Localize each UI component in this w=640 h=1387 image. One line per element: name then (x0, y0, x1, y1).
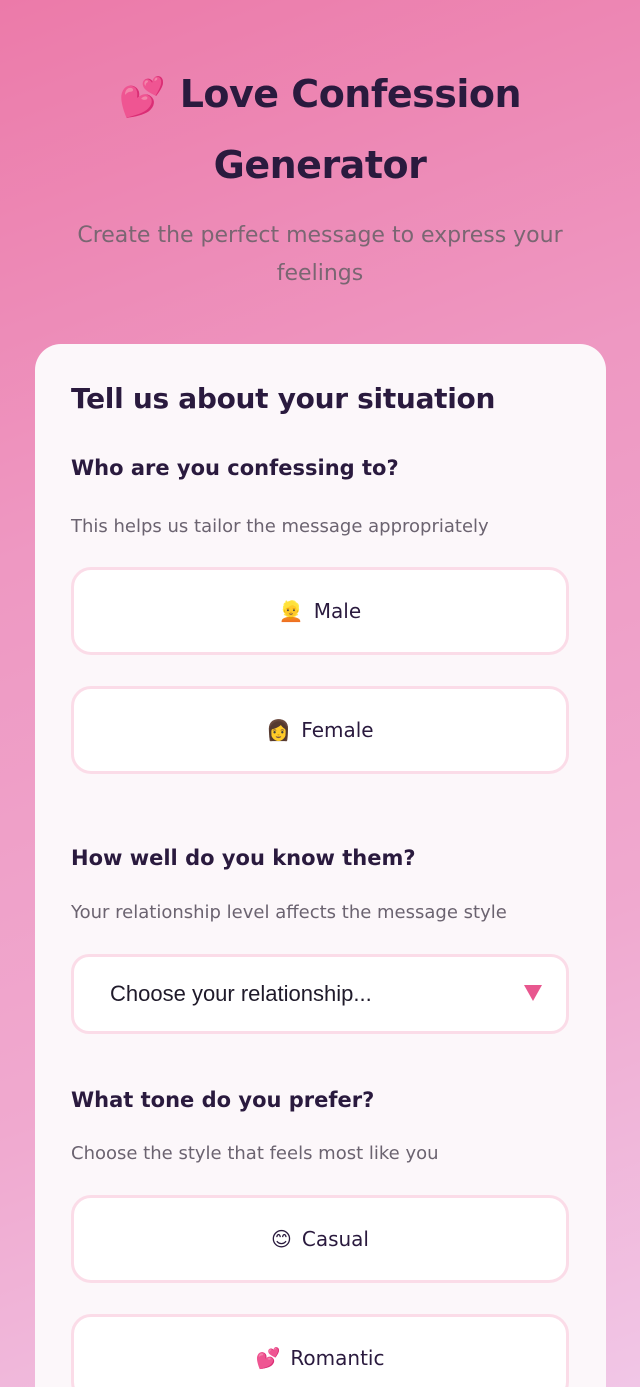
male-option-button[interactable]: 👱 Male (71, 567, 569, 655)
smiling-face-icon: 😊 (271, 1227, 292, 1251)
situation-card: Tell us about your situation Who are you… (35, 344, 606, 1387)
romantic-option-button[interactable]: 💕 Romantic (71, 1314, 569, 1387)
page-title-text: Love Confession Generator (179, 72, 522, 187)
two-hearts-icon: 💕 (255, 1346, 281, 1370)
gender-help-text: This helps us tailor the message appropr… (71, 516, 489, 537)
card-title: Tell us about your situation (71, 382, 496, 415)
female-option-label: Female (301, 718, 374, 742)
gender-question: Who are you confessing to? (71, 456, 399, 480)
tone-question: What tone do you prefer? (71, 1088, 375, 1112)
casual-option-button[interactable]: 😊 Casual (71, 1195, 569, 1283)
casual-option-label: Casual (301, 1227, 369, 1251)
two-hearts-icon: 💕 (118, 75, 166, 119)
female-option-button[interactable]: 👩 Female (71, 686, 569, 774)
romantic-option-label: Romantic (290, 1346, 385, 1370)
tone-help-text: Choose the style that feels most like yo… (71, 1143, 439, 1164)
relationship-select[interactable]: Choose your relationship... (71, 954, 569, 1034)
page-subtitle: Create the perfect message to express yo… (77, 223, 563, 286)
male-option-label: Male (313, 599, 362, 623)
relationship-select-value: Choose your relationship... (110, 981, 372, 1006)
page-title: 💕 Love Confession Generator (60, 60, 580, 199)
chevron-down-icon (524, 985, 542, 1001)
page-header: 💕 Love Confession Generator Create the pe… (0, 60, 640, 293)
woman-icon: 👩 (266, 718, 292, 742)
man-icon: 👱 (278, 599, 304, 623)
relationship-question: How well do you know them? (71, 846, 416, 870)
relationship-help-text: Your relationship level affects the mess… (71, 902, 507, 923)
